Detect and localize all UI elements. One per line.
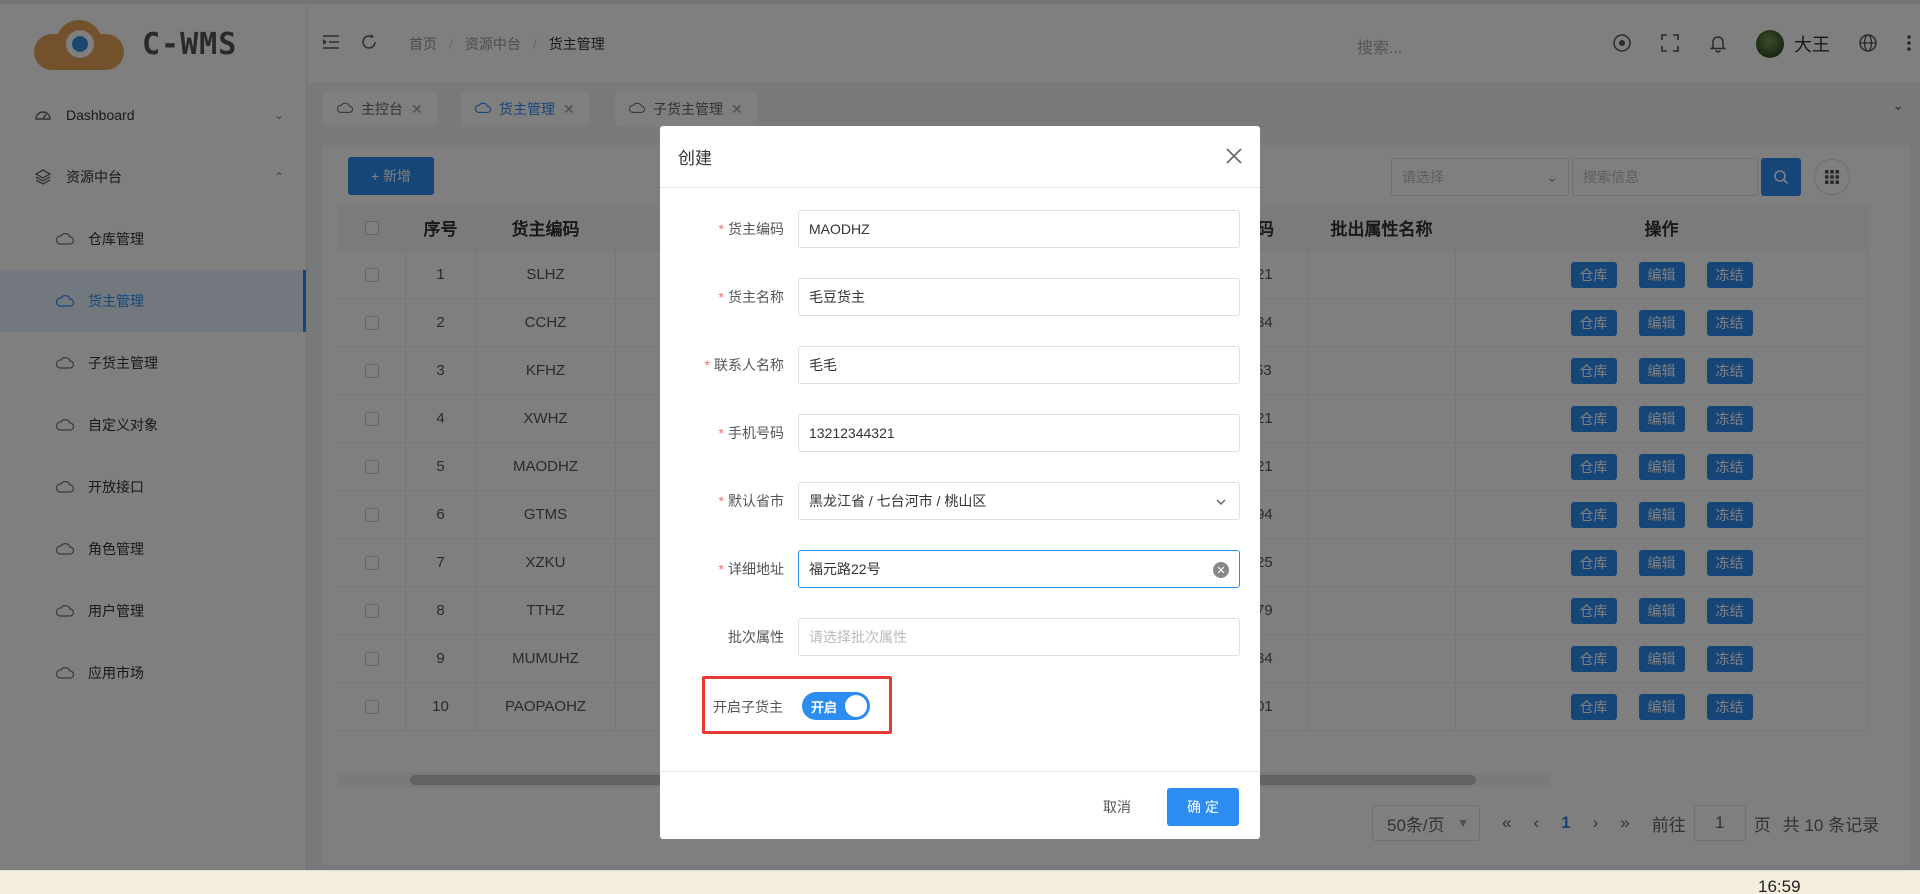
close-icon[interactable] <box>1224 146 1244 166</box>
form-row-owner-code: * 货主编码 MAODHZ <box>660 210 1260 278</box>
toggle-knob <box>845 695 867 717</box>
create-dialog: 创建 * 货主编码 MAODHZ * 货主名称 毛豆货主 * 联系人名称 毛毛 * 手机… <box>660 126 1260 839</box>
sub-owner-toggle[interactable]: 开启 <box>802 692 870 720</box>
contact-name-input[interactable]: 毛毛 <box>798 346 1240 384</box>
form-row-region: * 默认省市 黑龙江省 / 七台河市 / 桃山区 <box>660 482 1260 550</box>
confirm-button[interactable]: 确 定 <box>1167 788 1239 826</box>
dialog-footer: 取消 确 定 <box>660 771 1260 839</box>
region-value: 黑龙江省 / 七台河市 / 桃山区 <box>809 493 987 509</box>
cancel-button[interactable]: 取消 <box>1086 788 1148 826</box>
region-label: * 默认省市 <box>718 493 784 509</box>
form-row-phone: * 手机号码 13212344321 <box>660 414 1260 482</box>
address-input[interactable]: 福元路22号 ✕ <box>798 550 1240 588</box>
address-value: 福元路22号 <box>809 561 881 577</box>
owner-name-input[interactable]: 毛豆货主 <box>798 278 1240 316</box>
owner-code-label: * 货主编码 <box>718 221 784 237</box>
contact-name-label: * 联系人名称 <box>704 357 784 373</box>
toggle-text: 开启 <box>811 699 838 715</box>
sub-owner-switch-highlight: 开启子货主 开启 <box>702 676 892 734</box>
chevron-down-icon <box>1215 495 1227 511</box>
batch-attr-label: 批次属性 <box>728 629 784 645</box>
dialog-title: 创建 <box>678 149 712 168</box>
taskbar-clock: 16:59 <box>1758 877 1801 894</box>
form-row-contact-name: * 联系人名称 毛毛 <box>660 346 1260 414</box>
sub-owner-switch-label: 开启子货主 <box>713 699 783 715</box>
phone-input[interactable]: 13212344321 <box>798 414 1240 452</box>
create-form: * 货主编码 MAODHZ * 货主名称 毛豆货主 * 联系人名称 毛毛 * 手机号码 … <box>660 210 1260 686</box>
region-cascader[interactable]: 黑龙江省 / 七台河市 / 桃山区 <box>798 482 1240 520</box>
form-row-address: * 详细地址 福元路22号 ✕ <box>660 550 1260 618</box>
phone-label: * 手机号码 <box>718 425 784 441</box>
owner-name-label: * 货主名称 <box>718 289 784 305</box>
os-taskbar: 16:59 <box>0 870 1920 894</box>
dialog-header: 创建 <box>660 126 1260 188</box>
owner-code-input[interactable]: MAODHZ <box>798 210 1240 248</box>
batch-attr-select[interactable]: 请选择批次属性 <box>798 618 1240 656</box>
address-label: * 详细地址 <box>718 561 784 577</box>
form-row-owner-name: * 货主名称 毛豆货主 <box>660 278 1260 346</box>
clear-icon[interactable]: ✕ <box>1213 562 1229 578</box>
